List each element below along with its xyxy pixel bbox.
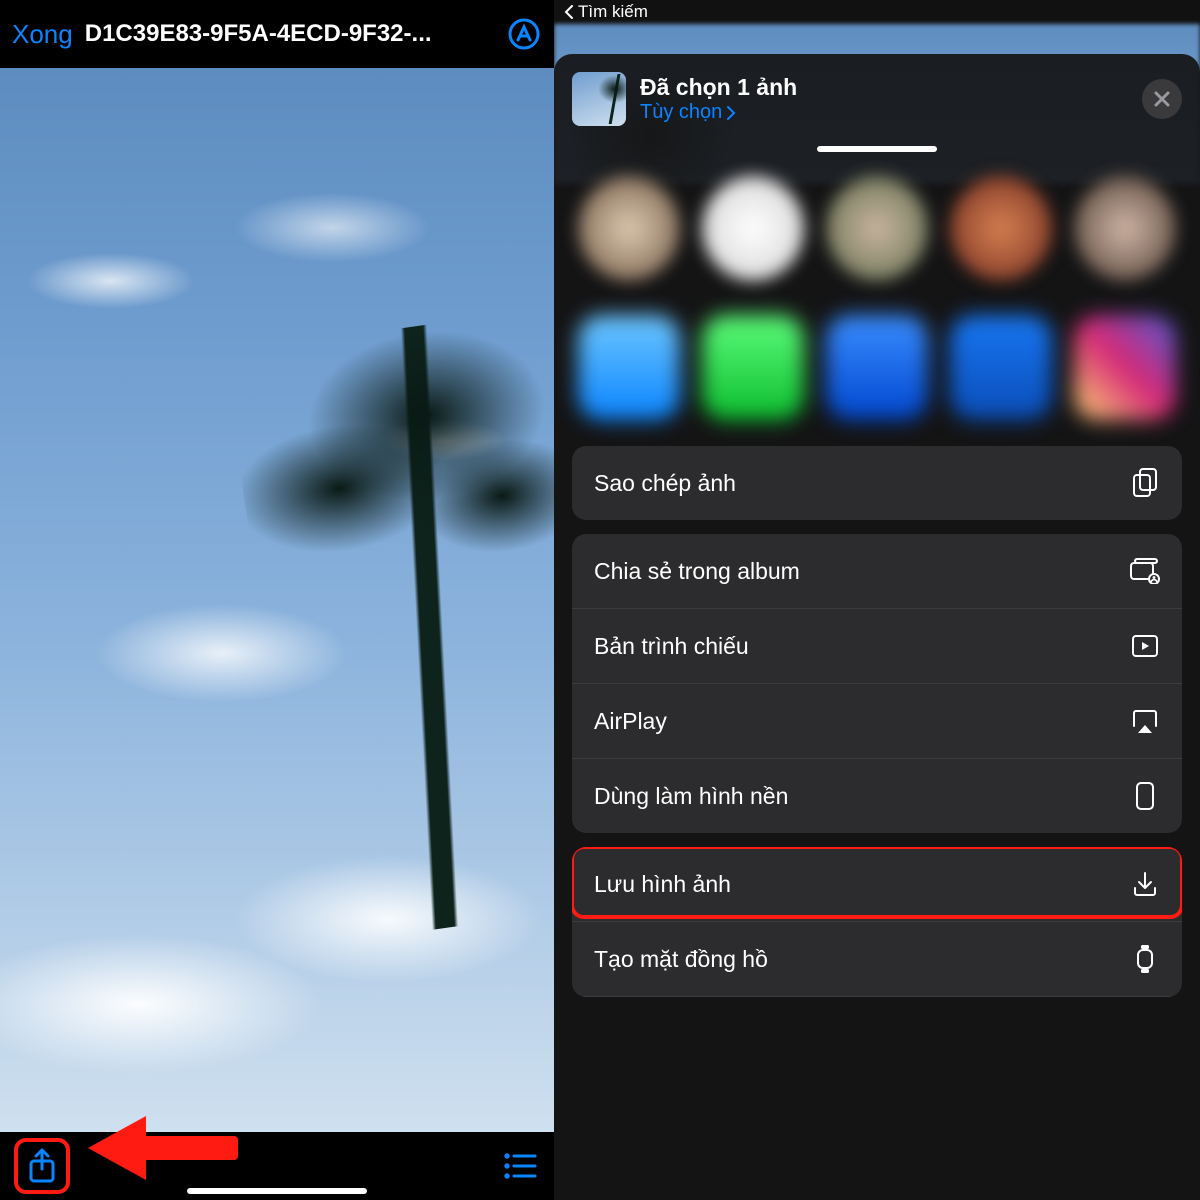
row-label: Tạo mặt đồng hồ: [594, 946, 768, 973]
contact-avatar[interactable]: [578, 176, 680, 281]
grab-handle[interactable]: [817, 146, 937, 152]
list-icon[interactable]: [500, 1146, 540, 1186]
row-label: Chia sẻ trong album: [594, 558, 800, 585]
share-app[interactable]: [702, 315, 804, 420]
watch-icon: [1130, 944, 1160, 974]
share-apps-row[interactable]: [572, 295, 1182, 446]
back-label: Tìm kiếm: [578, 2, 648, 22]
sheet-title: Đã chọn 1 ảnh: [640, 74, 1128, 101]
options-link[interactable]: Tùy chọn: [640, 101, 1128, 124]
photo-viewer-panel: Xong D1C39E83-9F5A-4ECD-9F32-...: [0, 0, 554, 1200]
airplay-row[interactable]: AirPlay: [572, 684, 1182, 759]
share-button-highlight: [14, 1138, 70, 1194]
annotation-arrow: [88, 1122, 238, 1172]
photo-content[interactable]: [0, 68, 554, 1132]
selected-thumbnail[interactable]: [572, 72, 626, 126]
done-button[interactable]: Xong: [12, 19, 73, 50]
wallpaper-icon: [1130, 781, 1160, 811]
sheet-header: Đã chọn 1 ảnh Tùy chọn: [572, 72, 1182, 126]
viewer-topbar: Xong D1C39E83-9F5A-4ECD-9F32-...: [0, 0, 554, 68]
save-image-row[interactable]: Lưu hình ảnh: [572, 847, 1182, 922]
airdrop-contacts-row[interactable]: [572, 162, 1182, 295]
contact-avatar[interactable]: [702, 176, 804, 281]
create-watch-face-row[interactable]: Tạo mặt đồng hồ: [572, 922, 1182, 997]
share-app[interactable]: [578, 315, 680, 420]
airplay-icon: [1130, 706, 1160, 736]
row-label: Dùng làm hình nền: [594, 783, 788, 810]
use-as-wallpaper-row[interactable]: Dùng làm hình nền: [572, 759, 1182, 833]
action-group: Sao chép ảnh: [572, 446, 1182, 520]
copy-icon: [1130, 468, 1160, 498]
markup-icon[interactable]: [506, 16, 542, 52]
share-app[interactable]: [950, 315, 1052, 420]
share-sheet: Đã chọn 1 ảnh Tùy chọn: [554, 54, 1200, 1200]
row-label: AirPlay: [594, 708, 667, 735]
action-group: Chia sẻ trong album Bản trình chiếu AirP…: [572, 534, 1182, 833]
share-app[interactable]: [1074, 315, 1176, 420]
share-app[interactable]: [826, 315, 928, 420]
row-label: Bản trình chiếu: [594, 633, 749, 660]
copy-photo-row[interactable]: Sao chép ảnh: [572, 446, 1182, 520]
slideshow-icon: [1130, 631, 1160, 661]
back-to-search[interactable]: Tìm kiếm: [554, 0, 1200, 24]
action-group: Lưu hình ảnh Tạo mặt đồng hồ: [572, 847, 1182, 997]
contact-avatar[interactable]: [826, 176, 928, 281]
home-indicator: [187, 1188, 367, 1194]
row-label: Sao chép ảnh: [594, 470, 736, 497]
row-label: Lưu hình ảnh: [594, 871, 731, 898]
share-sheet-panel: Tìm kiếm Đã chọn 1 ảnh Tùy chọn: [554, 0, 1200, 1200]
contact-avatar[interactable]: [950, 176, 1052, 281]
shared-album-icon: [1130, 556, 1160, 586]
download-icon: [1130, 869, 1160, 899]
share-icon[interactable]: [25, 1147, 59, 1185]
slideshow-row[interactable]: Bản trình chiếu: [572, 609, 1182, 684]
file-title: D1C39E83-9F5A-4ECD-9F32-...: [85, 20, 494, 48]
contact-avatar[interactable]: [1074, 176, 1176, 281]
share-in-album-row[interactable]: Chia sẻ trong album: [572, 534, 1182, 609]
close-button[interactable]: [1142, 79, 1182, 119]
